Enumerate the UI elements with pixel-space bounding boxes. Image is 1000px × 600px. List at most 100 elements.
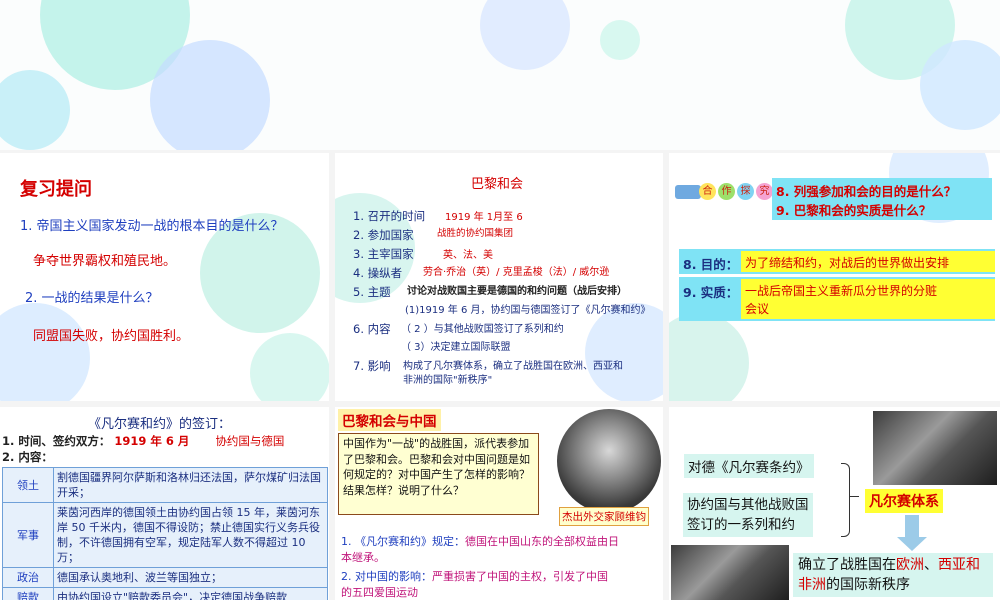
review-answer-1: 争夺世界霸权和殖民地。	[33, 254, 177, 269]
review-answer-2: 同盟国失败，协约国胜利。	[33, 329, 190, 344]
slide-review-questions: 复习提问 1. 帝国主义国家发动一战的根本目的是什么？ 争夺世界霸权和殖民地。 …	[0, 153, 329, 401]
treaty-key: 赔款	[2, 587, 54, 600]
treaty-key: 政治	[2, 567, 54, 588]
portrait-photo	[557, 409, 661, 513]
treaty-line-1: 1. 时间、签约双方： 1919 年 6 月 协约国与德国	[2, 433, 284, 449]
china-point-2: 2. 对中国的影响：严重损害了中国的主权，引发了中国	[341, 568, 608, 584]
china-point-1-text: 德国在中国山东的全部权益由日	[465, 535, 619, 548]
slide-versailles-system: 对德《凡尔赛条约》 协约国与其他战败国 签订的一系列和约 凡尔赛体系 确立了战胜…	[669, 407, 1000, 600]
system-effect-region: 欧洲	[896, 557, 924, 573]
china-point-2-label: 2. 对中国的影响：	[341, 570, 432, 583]
paris-row-label: 3. 主宰国家	[353, 247, 414, 261]
system-effect-text: 、	[924, 557, 938, 573]
treaty-title: 《凡尔赛和约》的签订：	[88, 417, 232, 432]
china-point-1-label: 1. 《凡尔赛和约》规定：	[341, 535, 465, 548]
answer-8-label: 8. 目的：	[683, 257, 739, 272]
system-left-1: 对德《凡尔赛条约》	[684, 454, 814, 478]
answer-9-highlight: 一战后帝国主义重新瓜分世界的分赃 会议	[741, 279, 995, 319]
coop-badge: 合 作 探 究	[699, 183, 773, 201]
slide-cooperative-inquiry: 合 作 探 究 8. 列强参加和会的目的是什么？ 9. 巴黎和会的实质是什么？ …	[669, 153, 1000, 401]
paris-row-value: 1919 年 1月至 6	[445, 212, 523, 223]
system-effect-region: 西	[938, 557, 952, 573]
answer-8-row: 8. 目的： 为了缔结和约，对战后的世界做出安排	[679, 249, 995, 274]
table-row: 领土 割德国疆界阿尔萨斯和洛林归还法国，萨尔煤矿归法国开采；	[2, 467, 328, 503]
decor-bubble	[0, 70, 70, 150]
slide-versailles-signing: 《凡尔赛和约》的签订： 1. 时间、签约双方： 1919 年 6 月 协约国与德…	[0, 407, 329, 600]
bracket-icon	[841, 463, 850, 537]
paris-row-label: 1. 召开的时间	[353, 209, 426, 223]
conference-photo	[873, 411, 997, 485]
treaty-key: 军事	[2, 502, 54, 568]
paris-content-label: 6. 内容	[353, 322, 391, 336]
china-point-2-text: 严重损害了中国的主权，引发了中国	[432, 570, 608, 583]
system-effect-text: 的国际新秩序	[826, 577, 910, 593]
paris-row-value: 劳合·乔治（英）/ 克里孟梭（法）/ 威尔逊	[423, 267, 610, 278]
paris-row-value: 讨论对战败国主要是德国的和约问题（战后安排）	[407, 286, 627, 297]
coop-question-box: 8. 列强参加和会的目的是什么？ 9. 巴黎和会的实质是什么？	[772, 178, 992, 220]
leaders-photo	[671, 545, 789, 600]
treaty-content-table: 领土 割德国疆界阿尔萨斯和洛林归还法国，萨尔煤矿归法国开采； 军事 莱茵河西岸的…	[2, 467, 328, 600]
system-effect: 确立了战胜国在欧洲、西亚和非洲的国际新秩序	[793, 553, 993, 597]
paris-impact-text: 构成了凡尔赛体系，确立了战胜国在欧洲、西亚和	[403, 361, 623, 372]
system-effect-text: 确立了战胜国在	[798, 557, 896, 573]
treaty-value: 莱茵河西岸的德国领土由协约国占领 15 年，莱茵河东岸 50 千米内，德国不得设…	[53, 502, 328, 568]
coop-badge-char: 究	[756, 183, 773, 200]
coop-question-9: 9. 巴黎和会的实质是什么？	[776, 203, 932, 218]
answer-9-text: 会议	[745, 302, 770, 316]
decor-bubble	[250, 333, 329, 401]
paris-row-label: 5. 主题	[353, 285, 391, 299]
decor-bubble	[920, 40, 1000, 130]
slide-paris-and-china: 巴黎和会与中国 中国作为"一战"的战胜国，派代表参加了巴黎和会。巴黎和会对中国问…	[335, 407, 663, 600]
portrait-caption: 杰出外交家顾维钧	[559, 507, 649, 526]
decor-bubble	[585, 303, 663, 401]
coop-badge-char: 合	[699, 183, 716, 200]
treaty-value: 德国承认奥地利、波兰等国独立；	[53, 567, 328, 588]
system-result: 凡尔赛体系	[865, 489, 943, 513]
treaty-line-2: 2. 内容：	[2, 450, 53, 464]
paris-content-item: (1)1919 年 6 月，协约国与德国签订了《凡尔赛和约》	[405, 305, 651, 316]
coop-badge-char: 探	[737, 183, 754, 200]
paris-content-item: （ 2 ）与其他战败国签订了系列和约	[401, 324, 564, 335]
paris-impact-text: 非洲的国际"新秩序"	[403, 375, 493, 386]
answer-9-label: 9. 实质：	[683, 285, 739, 300]
bracket-tick	[849, 496, 859, 497]
decor-bubble	[669, 313, 749, 401]
china-point-1: 1. 《凡尔赛和约》规定：德国在中国山东的全部权益由日	[341, 533, 619, 549]
decor-bubble	[150, 40, 270, 150]
paris-content-item: （ 3）决定建立国际联盟	[401, 342, 511, 353]
decor-bubble	[0, 303, 90, 401]
system-left-2-line: 协约国与其他战败国	[687, 497, 809, 513]
answer-8-text: 为了缔结和约，对战后的世界做出安排	[745, 256, 950, 270]
paris-row-label: 2. 参加国家	[353, 228, 414, 242]
table-row: 军事 莱茵河西岸的德国领土由协约国占领 15 年，莱茵河东岸 50 千米内，德国…	[2, 502, 328, 568]
treaty-value: 由协约国设立"赔款委员会"，决定德国战争赔款	[53, 587, 328, 600]
treaty-value: 割德国疆界阿尔萨斯和洛林归还法国，萨尔煤矿归法国开采；	[53, 467, 328, 503]
paris-row-value: 英、法、美	[443, 250, 493, 261]
coop-badge-char: 作	[718, 183, 735, 200]
coop-question-8: 8. 列强参加和会的目的是什么？	[776, 184, 957, 199]
paris-row-label: 4. 操纵者	[353, 266, 403, 280]
arrow-down-head	[897, 537, 927, 551]
answer-9-row: 9. 实质： 一战后帝国主义重新瓜分世界的分赃 会议	[679, 277, 995, 321]
table-row: 政治 德国承认奥地利、波兰等国独立；	[2, 567, 328, 588]
china-title: 巴黎和会与中国	[338, 409, 441, 431]
answer-8-highlight: 为了缔结和约，对战后的世界做出安排	[741, 251, 995, 272]
china-point-2-cont: 的五四爱国运动	[341, 586, 418, 599]
decor-bubble	[480, 0, 570, 70]
treaty-key: 领土	[2, 467, 54, 503]
china-question-box: 中国作为"一战"的战胜国，派代表参加了巴黎和会。巴黎和会对中国问题是如何规定的？…	[338, 433, 539, 515]
china-point-1-cont: 本继承。	[341, 551, 385, 564]
review-title: 复习提问	[20, 179, 92, 200]
book-icon	[675, 185, 701, 199]
system-left-2: 协约国与其他战败国 签订的一系列和约	[683, 493, 813, 537]
top-slide-banner	[0, 0, 1000, 150]
review-question-2: 2. 一战的结果是什么？	[25, 291, 159, 306]
paris-row-value: 战胜的协约国集团	[437, 228, 514, 239]
paris-impact-label: 7. 影响	[353, 359, 391, 373]
slide-paris-conference: 巴黎和会 1. 召开的时间 1919 年 1月至 6 2. 参加国家 战胜的协约…	[335, 153, 663, 401]
system-left-2-line: 签订的一系列和约	[687, 517, 795, 533]
treaty-line-1-label: 1. 时间、签约双方：	[2, 434, 111, 448]
paris-title: 巴黎和会	[471, 177, 524, 192]
treaty-line-1-parties: 协约国与德国	[215, 434, 285, 448]
answer-9-text: 一战后帝国主义重新瓜分世界的分赃	[745, 284, 938, 298]
